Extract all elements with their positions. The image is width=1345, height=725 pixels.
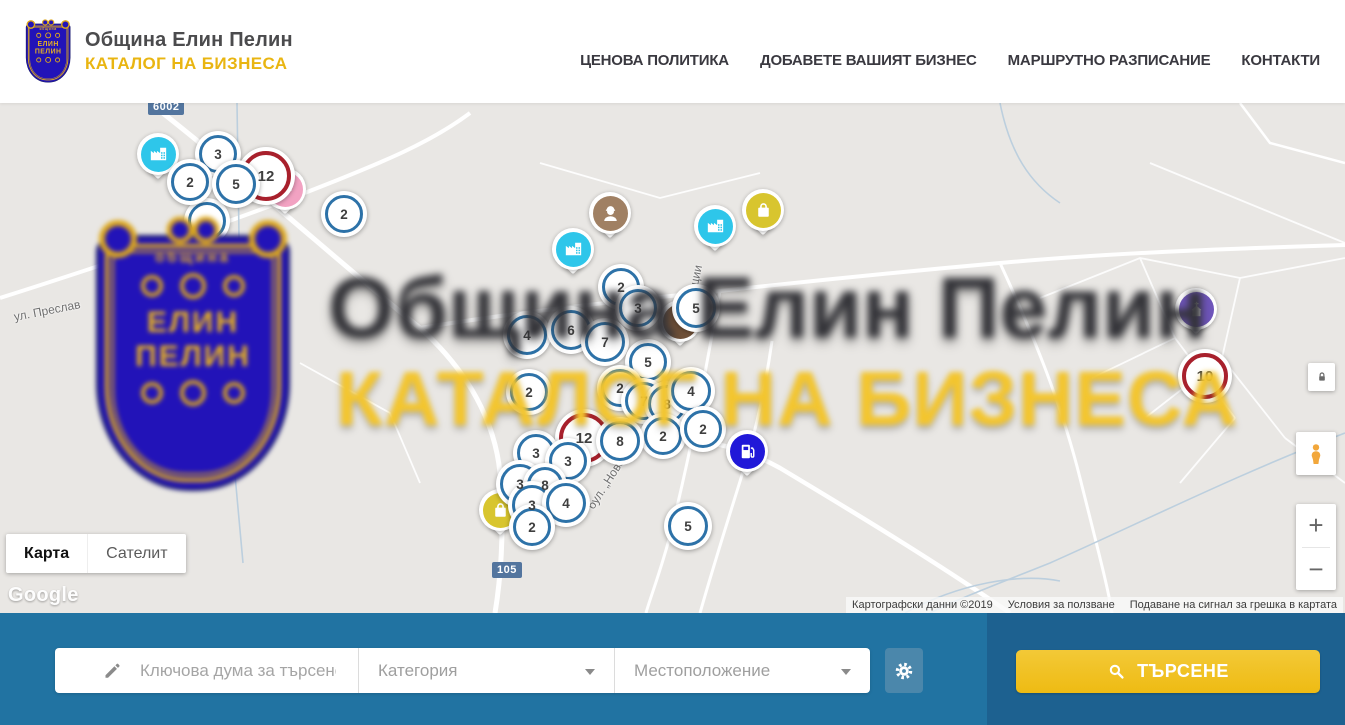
search-fields-group: Категория Местоположение	[55, 648, 870, 693]
crest-curls-icon	[24, 19, 72, 30]
bag-pin[interactable]	[741, 188, 785, 246]
cluster-marker[interactable]: 7	[581, 318, 629, 366]
shopping-bag-icon	[752, 199, 775, 222]
search-button[interactable]: ТЪРСЕНЕ	[1016, 650, 1320, 693]
fuel-pump-icon	[736, 440, 759, 463]
cluster-marker[interactable]: 2	[640, 413, 686, 459]
map-type-map-button[interactable]: Карта	[6, 534, 87, 573]
attribution-report-error-link[interactable]: Подаване на сигнал за грешка в картата	[1130, 599, 1337, 611]
site-subtitle: КАТАЛОГ НА БИЗНЕСА	[85, 54, 293, 74]
site-title: Община Елин Пелин	[85, 29, 293, 52]
category-select[interactable]: Категория	[359, 648, 614, 693]
map-markers: 321252235467522784221283338342510	[0, 103, 1345, 613]
main-nav: ЦЕНОВА ПОЛИТИКА ДОБАВЕТЕ ВАШИЯТ БИЗНЕС М…	[580, 52, 1320, 69]
google-logo[interactable]: Google	[8, 584, 79, 607]
cluster-marker[interactable]: 2	[680, 406, 726, 452]
nav-item-add-business[interactable]: ДОБАВЕТЕ ВАШИЯТ БИЗНЕС	[760, 52, 977, 69]
factory-icon	[704, 215, 727, 238]
lock-button[interactable]	[1308, 363, 1335, 391]
zoom-out-button[interactable]: −	[1296, 548, 1336, 591]
site-logo[interactable]: община ЕЛИНПЕЛИН Община Елин Пелин КАТ	[24, 19, 293, 84]
search-icon	[1107, 662, 1126, 681]
municipality-crest-logo: община ЕЛИНПЕЛИН	[24, 19, 73, 84]
attribution-terms-link[interactable]: Условия за ползване	[1008, 599, 1115, 611]
nav-item-pricing-policy[interactable]: ЦЕНОВА ПОЛИТИКА	[580, 52, 729, 69]
factory-icon	[562, 238, 585, 261]
pegman-button[interactable]	[1296, 432, 1336, 475]
cluster-marker[interactable]: 5	[672, 284, 720, 332]
factory-pin[interactable]	[551, 227, 595, 285]
cluster-marker[interactable]: 5	[664, 502, 712, 550]
map-canvas[interactable]: ул. Преславбул. „Новоселции 6002105 3212…	[0, 103, 1345, 613]
cluster-marker[interactable]: 8	[596, 417, 644, 465]
search-bar: Категория Местоположение ТЪРСЕНЕ	[0, 613, 1345, 725]
map-type-control: Карта Сателит	[6, 534, 186, 573]
church-pin[interactable]	[1174, 287, 1218, 345]
zoom-in-button[interactable]: +	[1296, 504, 1336, 547]
map-type-satellite-button[interactable]: Сателит	[87, 534, 185, 573]
nav-item-contacts[interactable]: КОНТАКТИ	[1241, 52, 1320, 69]
cluster-marker[interactable]: 4	[503, 311, 551, 359]
nav-item-route-schedule[interactable]: МАРШРУТНО РАЗПИСАНИЕ	[1008, 52, 1211, 69]
keyword-input[interactable]	[138, 660, 338, 682]
keyword-field[interactable]	[55, 648, 358, 693]
category-select-label: Категория	[378, 661, 457, 681]
lock-icon	[1314, 369, 1330, 385]
zoom-control: + −	[1296, 504, 1336, 590]
cluster-marker[interactable]: 2	[506, 369, 552, 415]
search-button-label: ТЪРСЕНЕ	[1137, 661, 1229, 682]
gear-icon	[893, 660, 915, 682]
location-select-label: Местоположение	[634, 661, 770, 681]
chevron-down-icon	[841, 669, 851, 675]
cluster-marker[interactable]: 10	[1178, 349, 1232, 403]
factory-icon	[147, 143, 170, 166]
map-attribution: Картографски данни ©2019 Условия за полз…	[846, 597, 1343, 613]
chevron-down-icon	[585, 669, 595, 675]
attribution-data-text: Картографски данни ©2019	[852, 599, 993, 611]
fuel-pin[interactable]	[725, 429, 769, 487]
crest-ornament-icon	[36, 32, 61, 38]
crest-name-line1: ЕЛИН	[38, 40, 59, 48]
pencil-icon	[102, 660, 123, 681]
cluster-marker[interactable]: 5	[212, 160, 260, 208]
crest-name-line2: ПЕЛИН	[35, 48, 62, 56]
advanced-settings-button[interactable]	[885, 648, 923, 693]
cluster-marker[interactable]: 2	[167, 159, 213, 205]
page: община ЕЛИНПЕЛИН Община Елин Пелин КАТ	[0, 0, 1345, 725]
location-select[interactable]: Местоположение	[615, 648, 870, 693]
pegman-icon	[1304, 441, 1328, 467]
church-icon	[1185, 298, 1208, 321]
cluster-marker[interactable]: 2	[321, 191, 367, 237]
worker-icon	[599, 202, 622, 225]
crest-ornament-icon	[36, 57, 61, 63]
header: община ЕЛИНПЕЛИН Община Елин Пелин КАТ	[0, 0, 1345, 103]
factory-pin[interactable]	[693, 204, 737, 262]
